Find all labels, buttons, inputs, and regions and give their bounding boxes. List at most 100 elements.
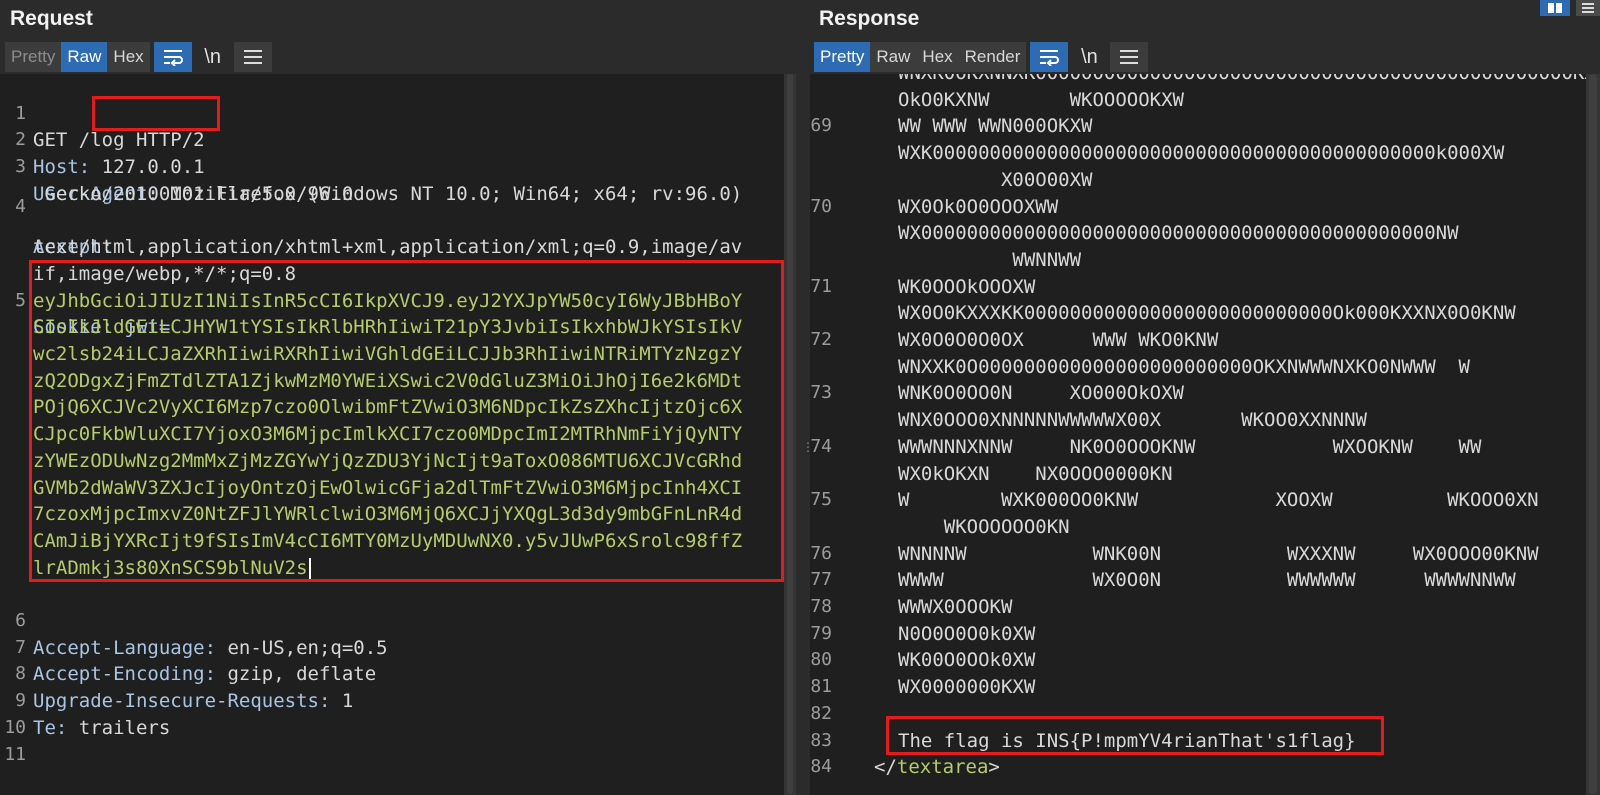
ascii-art-text: OkO0KXNW WKOOOOOKXW <box>898 88 1184 111</box>
line-number: 77 <box>810 569 832 591</box>
line-number: 80 <box>810 649 832 671</box>
request-line-9: 9 Te: trailers <box>15 690 171 739</box>
response-line: 72 WX0O0O0O0OX WWW WKO0KNW <box>810 327 1586 354</box>
line-number: 75 <box>810 489 832 511</box>
request-line-6: 6 Accept-Language: en-US,en;q=0.5 <box>15 610 388 659</box>
request-hamburger-menu-icon[interactable] <box>233 42 272 72</box>
request-line-4-cont1: text/html,application/xhtml+xml,applicat… <box>33 236 743 259</box>
response-pane: Response Pretty Raw Hex Render \n WNXK0O… <box>810 0 1600 795</box>
request-line-8: 8 Upgrade-Insecure-Requests: 1 <box>15 663 354 713</box>
ascii-art-text: WK0OOOkOOOXW <box>898 275 1036 298</box>
request-line-4: 4 Accept: <box>15 195 114 259</box>
response-line: 81 WX0000000KXW <box>810 674 1586 701</box>
response-line: WXK0000000000000000000000000000000000000… <box>810 140 1586 167</box>
response-line: WX0O0KXXXKK000000000000000000000000000Ok… <box>810 300 1586 327</box>
request-view-tabs: Pretty Raw Hex \n <box>5 42 272 72</box>
response-line: 84 </textarea> <box>810 754 1586 781</box>
ascii-art-text: WX0kOKXN NX0OOO0000KN <box>898 462 1173 485</box>
ascii-art-text: WNX0OOO0XNNNNNWWWWWX00X WKOO0XXNNNW <box>898 409 1367 432</box>
response-scrollbar[interactable] <box>1586 74 1600 795</box>
line-number: 79 <box>810 622 832 644</box>
ascii-art-text: WW WWW WWN000OKXW <box>898 115 1093 138</box>
response-line: WX00000000000000000000000000000000000000… <box>810 220 1586 247</box>
request-tab-raw[interactable]: Raw <box>61 42 108 72</box>
response-line: WWNNWW <box>810 247 1586 274</box>
response-line: OkO0KXNW WKOOOOOKXW <box>810 87 1586 114</box>
request-scrollbar-thumb[interactable] <box>787 74 793 794</box>
response-scrollbar-thumb[interactable] <box>1589 74 1597 794</box>
response-line: X00O00XW <box>810 167 1586 194</box>
response-line: WNXK0OKXNNXK0000000000000000000000000000… <box>810 74 1586 87</box>
response-line: 78 WWWX0OOOKW <box>810 594 1586 621</box>
ascii-art-text: WWWX0OOOKW <box>898 596 1013 618</box>
response-tab-render[interactable]: Render <box>958 42 1027 72</box>
ascii-art-text: WWNNWW <box>898 248 1082 271</box>
ascii-art-text: WNXK0OKXNNXK0000000000000000000000000000… <box>898 74 1586 87</box>
request-line-11: 11 <box>4 743 26 765</box>
request-tab-pretty[interactable]: Pretty <box>5 42 62 72</box>
textarea-close-tag: </textarea> <box>874 754 1000 781</box>
request-scrollbar[interactable] <box>784 74 796 795</box>
line-number: 76 <box>810 542 832 564</box>
response-wrap-lines-icon[interactable] <box>1030 42 1069 72</box>
ascii-art-text: WKOOOOOO0KN <box>898 515 1070 538</box>
line-number: 70 <box>810 195 832 217</box>
flag-highlight-box <box>886 716 1384 755</box>
ascii-art-text: WX0Ok0O0OOOXWW <box>898 195 1059 218</box>
response-editor[interactable]: WNXK0OKXNNXK0000000000000000000000000000… <box>810 74 1586 795</box>
ascii-art-text: WNK0O0OO0N XO000OkOXW <box>898 382 1184 405</box>
line-number: 82 <box>810 702 832 724</box>
request-editor[interactable]: 1 GET /log HTTP/2 2 Host: 127.0.0.1 3 Us… <box>0 74 784 795</box>
host-highlight-box <box>92 96 220 131</box>
ascii-art-text: WX00000000000000000000000000000000000000… <box>898 222 1459 245</box>
ascii-art-text: WX0O0O0O0OX WWW WKO0KNW <box>898 329 1219 351</box>
response-view-tabs: Pretty Raw Hex Render \n <box>814 42 1149 72</box>
response-line: WNX0OOO0XNNNNNWWWWWX00X WKOO0XXNNNW <box>810 407 1586 434</box>
response-line: WX0kOKXN NX0OOO0000KN <box>810 461 1586 488</box>
response-hamburger-menu-icon[interactable] <box>1110 42 1149 72</box>
line-number: 72 <box>810 329 832 350</box>
response-line: 75 W WXK000OO0KNW XOOXW WKOOO0XN <box>810 487 1586 514</box>
line-number: 71 <box>810 275 832 297</box>
response-tab-raw[interactable]: Raw <box>870 42 917 72</box>
ascii-art-text: WWWW WX0O0N WWWWWW WWWWNNWW <box>898 569 1516 592</box>
ascii-art-text: WX0O0KXXXKK000000000000000000000000000Ok… <box>898 302 1516 325</box>
request-line-7: 7 Accept-Encoding: gzip, deflate <box>15 636 377 686</box>
line-number: 74 <box>810 435 832 457</box>
tag-open-bracket: </ <box>874 756 897 779</box>
ascii-art-text: WX0000000KXW <box>898 676 1036 699</box>
request-title: Request <box>10 7 93 30</box>
request-tab-hex[interactable]: Hex <box>107 42 150 72</box>
split-layout-icon[interactable] <box>1540 0 1570 16</box>
stacked-layout-icon[interactable] <box>1576 0 1600 16</box>
response-line: 80 WK00O0OOk0XW <box>810 647 1586 674</box>
request-line-3-cont: Gecko/20100101 Firefox/96.0 <box>33 182 354 205</box>
request-wrap-lines-icon[interactable] <box>153 42 192 72</box>
response-title: Response <box>819 7 920 30</box>
response-line: 77 WWWW WX0O0N WWWWWW WWWWNNWW <box>810 567 1586 594</box>
layout-toggle <box>1540 0 1600 16</box>
ascii-art-text: WK00O0OOk0XW <box>898 649 1036 672</box>
pane-splitter[interactable] <box>796 0 810 795</box>
ascii-art-text: WNXXK0O000000000000000000000000OKXNWWWNX… <box>898 355 1470 378</box>
response-line: 74 WWWNNNXNNW NK0O0OOOKNW WXOOKNW WW <box>810 434 1586 461</box>
response-line: 79 N0O0O0O0k0XW <box>810 621 1586 648</box>
response-line: 70 WX0Ok0O0OOOXWW <box>810 194 1586 221</box>
ascii-art-text: N0O0O0O0k0XW <box>898 622 1036 645</box>
ascii-art-text: W WXK000OO0KNW XOOXW WKOOO0XN <box>898 489 1539 512</box>
response-line: 73 WNK0O0OO0N XO000OkOXW <box>810 380 1586 407</box>
request-newline-toggle[interactable]: \n <box>195 42 230 72</box>
response-line: WKOOOOOO0KN <box>810 514 1586 541</box>
response-line: 71 WK0OOOkOOOXW <box>810 274 1586 301</box>
request-line-4-cont2: if,image/webp,*/*;q=0.8 <box>33 262 297 285</box>
line-number: 73 <box>810 382 832 404</box>
ascii-art-text: WNNNNW WNK00N WXXXNW WX0OOO00KNW <box>898 542 1539 565</box>
line-number: 84 <box>810 756 832 778</box>
request-pane: Request Pretty Raw Hex \n 1 GET /log HTT… <box>0 0 796 795</box>
request-line-10: 10 <box>4 716 26 738</box>
response-line: WNXXK0O000000000000000000000000OKXNWWWNX… <box>810 354 1586 381</box>
response-tab-hex[interactable]: Hex <box>916 42 959 72</box>
ascii-art-text: X00O00XW <box>898 168 1093 191</box>
response-newline-toggle[interactable]: \n <box>1072 42 1107 72</box>
response-tab-pretty[interactable]: Pretty <box>814 42 871 72</box>
